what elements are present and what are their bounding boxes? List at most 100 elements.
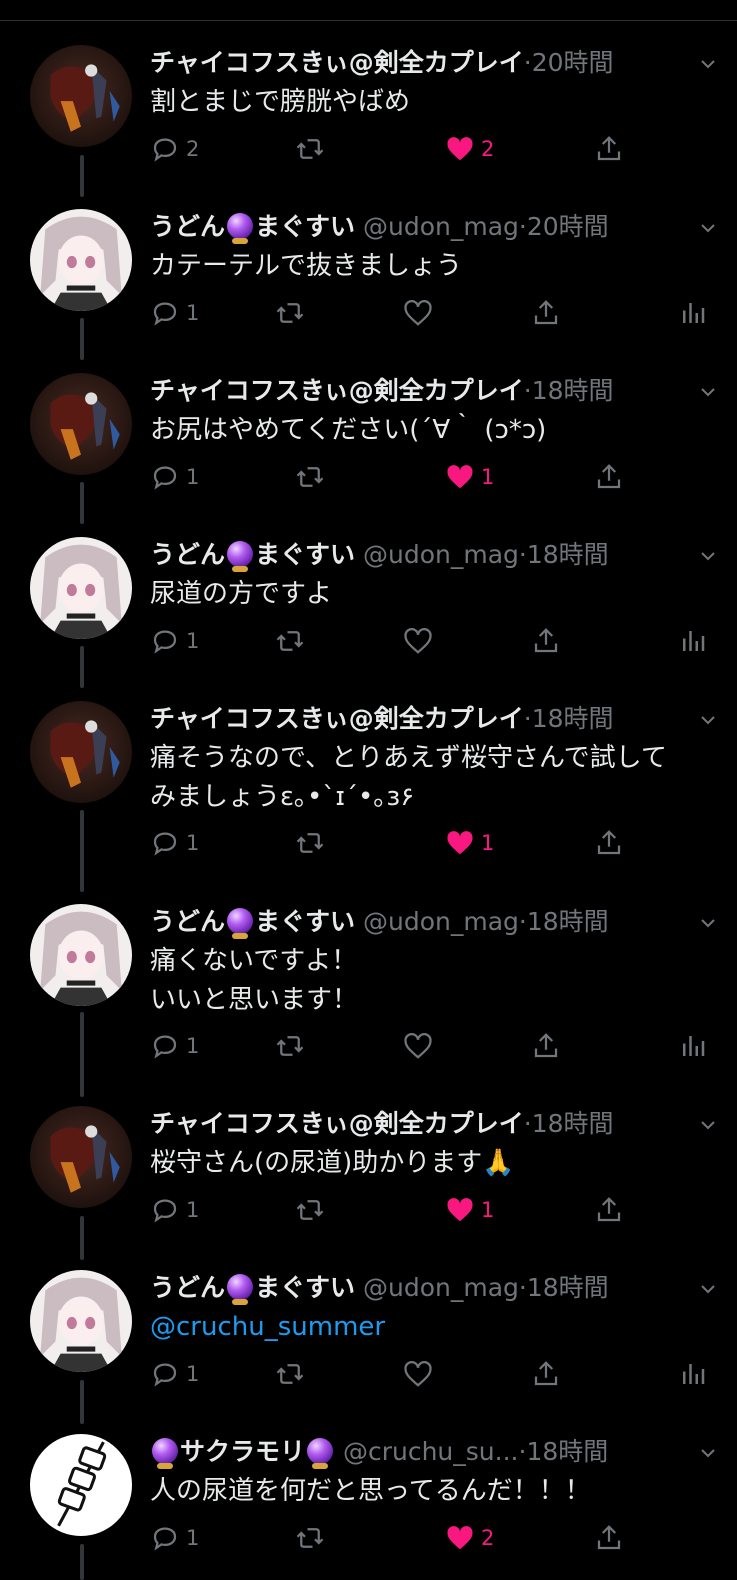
timestamp[interactable]: 18時間	[532, 376, 614, 405]
reply-button[interactable]: 1	[150, 1520, 199, 1556]
avatar[interactable]	[30, 537, 132, 639]
handle[interactable]: @udon_mag	[363, 907, 519, 936]
timestamp[interactable]: 20時間	[532, 48, 614, 77]
reply-button[interactable]: 1	[150, 459, 199, 495]
like-button[interactable]: 2	[445, 131, 494, 167]
avatar[interactable]	[30, 209, 132, 311]
retweet-button[interactable]	[295, 1520, 325, 1556]
timestamp[interactable]: 18時間	[532, 1109, 614, 1138]
separator: ·	[523, 704, 532, 733]
analytics-button[interactable]	[678, 1356, 708, 1392]
like-button[interactable]: 2	[445, 1520, 494, 1556]
timestamp[interactable]: 18時間	[532, 704, 614, 733]
reply-count: 1	[186, 1198, 200, 1222]
avatar[interactable]	[30, 1270, 132, 1372]
display-name[interactable]: チャイコフスきぃ@剣全カプレイ	[150, 704, 524, 733]
share-button[interactable]	[594, 131, 624, 167]
retweet-button[interactable]	[275, 295, 305, 331]
reply-button[interactable]: 1	[150, 295, 199, 331]
action-bar: 1 1	[150, 1192, 720, 1228]
analytics-icon	[683, 1036, 705, 1056]
timestamp[interactable]: 18時間	[527, 907, 609, 936]
display-name[interactable]: うどん まぐすい	[150, 540, 355, 572]
share-button[interactable]	[594, 1192, 624, 1228]
avatar[interactable]	[30, 904, 132, 1006]
handle[interactable]: @udon_mag	[363, 540, 519, 569]
reply-button[interactable]: 1	[150, 825, 199, 861]
chevron-down-icon[interactable]	[701, 1446, 715, 1460]
timestamp[interactable]: 20時間	[527, 212, 609, 241]
display-name[interactable]: うどん まぐすい	[150, 907, 355, 939]
tweet-text: 桜守さん(の尿道)助かります🙏	[150, 1144, 717, 1183]
retweet-button[interactable]	[275, 623, 305, 659]
handle[interactable]: @udon_mag	[363, 1273, 519, 1302]
share-button[interactable]	[594, 1520, 624, 1556]
share-icon	[597, 830, 621, 855]
chevron-down-icon[interactable]	[701, 549, 715, 563]
like-button[interactable]: 1	[445, 459, 494, 495]
avatar[interactable]	[30, 45, 132, 147]
share-button[interactable]	[531, 295, 561, 331]
chevron-down-icon[interactable]	[701, 713, 715, 727]
reply-count: 1	[186, 1034, 200, 1058]
retweet-button[interactable]	[295, 825, 325, 861]
like-button[interactable]: 1	[445, 825, 494, 861]
handle[interactable]: @udon_mag	[363, 212, 519, 241]
like-button[interactable]	[403, 1028, 433, 1064]
timestamp[interactable]: 18時間	[526, 1437, 608, 1466]
analytics-button[interactable]	[678, 623, 708, 659]
display-name[interactable]: うどん まぐすい	[150, 1273, 355, 1305]
reply-button[interactable]: 1	[150, 1192, 199, 1228]
heart-icon	[404, 1361, 432, 1387]
retweet-icon	[296, 139, 324, 159]
mention-link[interactable]: @cruchu_summer	[150, 1312, 385, 1342]
display-name[interactable]: チャイコフスきぃ@剣全カプレイ	[150, 1109, 524, 1138]
timestamp[interactable]: 18時間	[527, 540, 609, 569]
timestamp[interactable]: 18時間	[527, 1273, 609, 1302]
reply-button[interactable]: 1	[150, 623, 199, 659]
separator: ·	[518, 907, 527, 936]
retweet-button[interactable]	[275, 1028, 305, 1064]
chevron-down-icon[interactable]	[701, 221, 715, 235]
reply-button[interactable]: 1	[150, 1028, 199, 1064]
avatar[interactable]	[30, 1434, 132, 1536]
tweet-text: お尻はやめてください(´∀｀ (ↄ*ↄ)	[150, 415, 547, 445]
reply-icon	[153, 466, 177, 490]
handle[interactable]: @cruchu_su...	[343, 1437, 519, 1466]
display-name[interactable]: サクラモリ	[150, 1437, 335, 1469]
analytics-button[interactable]	[678, 1028, 708, 1064]
chevron-down-icon[interactable]	[701, 1118, 715, 1132]
avatar[interactable]	[30, 1106, 132, 1208]
reply-button[interactable]: 1	[150, 1356, 199, 1392]
share-button[interactable]	[531, 1028, 561, 1064]
share-button[interactable]	[531, 623, 561, 659]
separator: ·	[518, 540, 527, 569]
chevron-down-icon[interactable]	[701, 1282, 715, 1296]
avatar[interactable]	[30, 373, 132, 475]
retweet-button[interactable]	[295, 459, 325, 495]
thread-line	[80, 1380, 84, 1424]
chevron-down-icon[interactable]	[701, 916, 715, 930]
analytics-button[interactable]	[678, 295, 708, 331]
chevron-down-icon[interactable]	[701, 385, 715, 399]
analytics-icon	[683, 631, 705, 651]
share-button[interactable]	[531, 1356, 561, 1392]
like-button[interactable]	[403, 623, 433, 659]
heart-icon	[404, 1033, 432, 1059]
like-button[interactable]: 1	[445, 1192, 494, 1228]
avatar[interactable]	[30, 701, 132, 803]
chevron-down-icon[interactable]	[701, 57, 715, 71]
like-button[interactable]	[403, 1356, 433, 1392]
retweet-button[interactable]	[275, 1356, 305, 1392]
display-name[interactable]: うどん まぐすい	[150, 212, 355, 244]
display-name[interactable]: チャイコフスきぃ@剣全カプレイ	[150, 48, 524, 77]
retweet-button[interactable]	[295, 1192, 325, 1228]
reply-icon	[153, 1527, 177, 1551]
share-button[interactable]	[594, 825, 624, 861]
display-name[interactable]: チャイコフスきぃ@剣全カプレイ	[150, 376, 524, 405]
like-button[interactable]	[403, 295, 433, 331]
retweet-button[interactable]	[295, 131, 331, 167]
reply-button[interactable]: 2	[150, 131, 199, 167]
tweet-text: 尿道の方ですよ	[150, 579, 333, 609]
share-button[interactable]	[594, 459, 624, 495]
